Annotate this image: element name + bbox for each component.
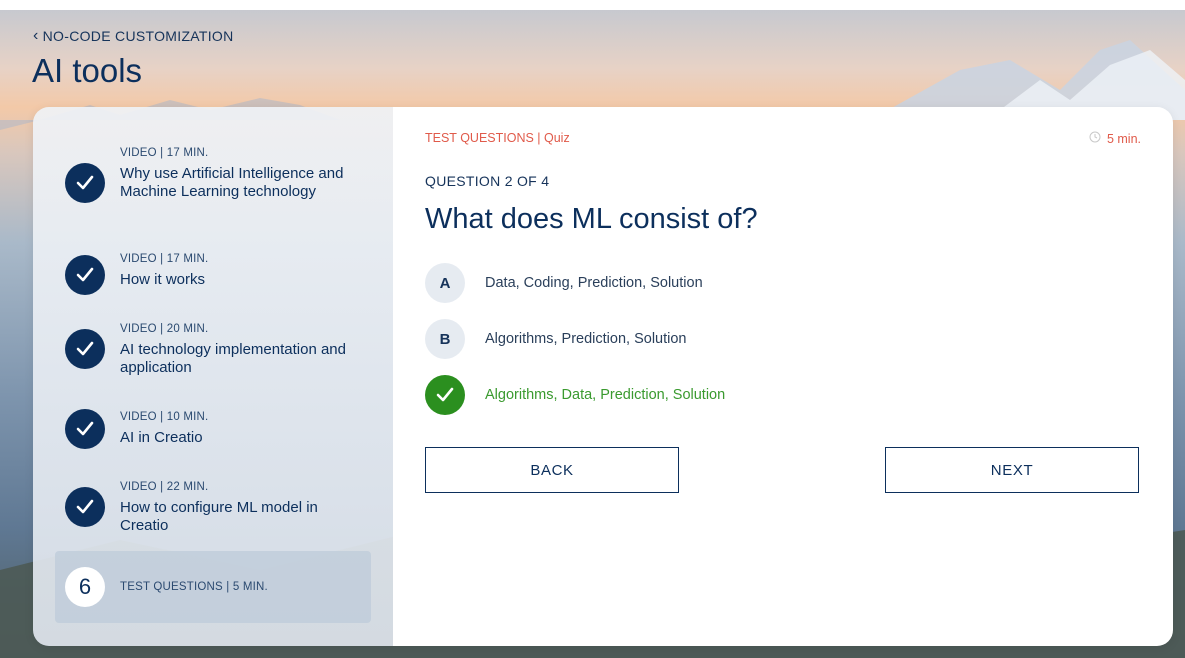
lesson-title: AI technology implementation and applica… bbox=[120, 341, 346, 376]
checkmark-icon bbox=[65, 163, 105, 203]
lesson-title: How it works bbox=[120, 271, 206, 288]
lesson-item-1[interactable]: VIDEO | 17 MIN. Why use Artificial Intel… bbox=[55, 147, 371, 221]
option-text: Data, Coding, Prediction, Solution bbox=[485, 275, 703, 291]
duration-text: 5 min. bbox=[1106, 131, 1141, 146]
lesson-meta: VIDEO | 22 MIN. bbox=[120, 481, 209, 493]
lesson-item-5[interactable]: VIDEO | 22 MIN. How to configure ML mode… bbox=[55, 481, 371, 537]
lesson-item-4[interactable]: VIDEO | 10 MIN. AI in Creatio bbox=[55, 409, 371, 455]
checkmark-icon bbox=[65, 329, 105, 369]
lesson-meta: TEST QUESTIONS | 5 MIN. bbox=[120, 581, 268, 593]
breadcrumb-back-link[interactable]: ‹ NO-CODE CUSTOMIZATION bbox=[33, 27, 234, 45]
answer-option-c-selected[interactable]: Algorithms, Data, Prediction, Solution bbox=[425, 375, 725, 415]
lesson-title: AI in Creatio bbox=[120, 429, 203, 446]
quiz-section-label: TEST QUESTIONS | Quiz bbox=[425, 131, 570, 145]
back-button[interactable]: BACK bbox=[425, 447, 679, 493]
option-letter: A bbox=[425, 263, 465, 303]
chevron-left-icon: ‹ bbox=[33, 27, 39, 44]
checkmark-icon bbox=[65, 409, 105, 449]
breadcrumb-label: NO-CODE CUSTOMIZATION bbox=[42, 28, 234, 44]
next-button[interactable]: NEXT bbox=[885, 447, 1139, 493]
option-letter: B bbox=[425, 319, 465, 359]
answer-option-b[interactable]: B Algorithms, Prediction, Solution bbox=[425, 319, 687, 359]
option-text: Algorithms, Prediction, Solution bbox=[485, 331, 687, 347]
checkmark-icon bbox=[425, 375, 465, 415]
lesson-sidebar: VIDEO | 17 MIN. Why use Artificial Intel… bbox=[33, 107, 393, 646]
lesson-item-test-questions[interactable]: 6 TEST QUESTIONS | 5 MIN. bbox=[55, 551, 371, 623]
lesson-title: How to configure ML model in Creatio bbox=[120, 499, 318, 534]
checkmark-icon bbox=[65, 255, 105, 295]
lesson-meta: VIDEO | 10 MIN. bbox=[120, 411, 209, 423]
option-text: Algorithms, Data, Prediction, Solution bbox=[485, 387, 726, 403]
lesson-item-3[interactable]: VIDEO | 20 MIN. AI technology implementa… bbox=[55, 323, 371, 379]
quiz-duration: 5 min. bbox=[1089, 131, 1141, 146]
checkmark-icon bbox=[65, 487, 105, 527]
lesson-title: Why use Artificial Intelligence and Mach… bbox=[120, 165, 344, 200]
lesson-meta: VIDEO | 20 MIN. bbox=[120, 323, 209, 335]
lesson-number-badge: 6 bbox=[65, 567, 105, 607]
quiz-panel: TEST QUESTIONS | Quiz 5 min. QUESTION 2 … bbox=[393, 107, 1173, 646]
lesson-meta: VIDEO | 17 MIN. bbox=[120, 253, 209, 265]
lesson-item-2[interactable]: VIDEO | 17 MIN. How it works bbox=[55, 253, 371, 297]
question-text: What does ML consist of? bbox=[425, 203, 758, 235]
answer-option-a[interactable]: A Data, Coding, Prediction, Solution bbox=[425, 263, 703, 303]
clock-icon bbox=[1089, 131, 1101, 146]
course-card: VIDEO | 17 MIN. Why use Artificial Intel… bbox=[33, 107, 1173, 646]
question-counter: QUESTION 2 OF 4 bbox=[425, 173, 550, 189]
page-title: AI tools bbox=[32, 52, 143, 89]
lesson-meta: VIDEO | 17 MIN. bbox=[120, 147, 209, 159]
